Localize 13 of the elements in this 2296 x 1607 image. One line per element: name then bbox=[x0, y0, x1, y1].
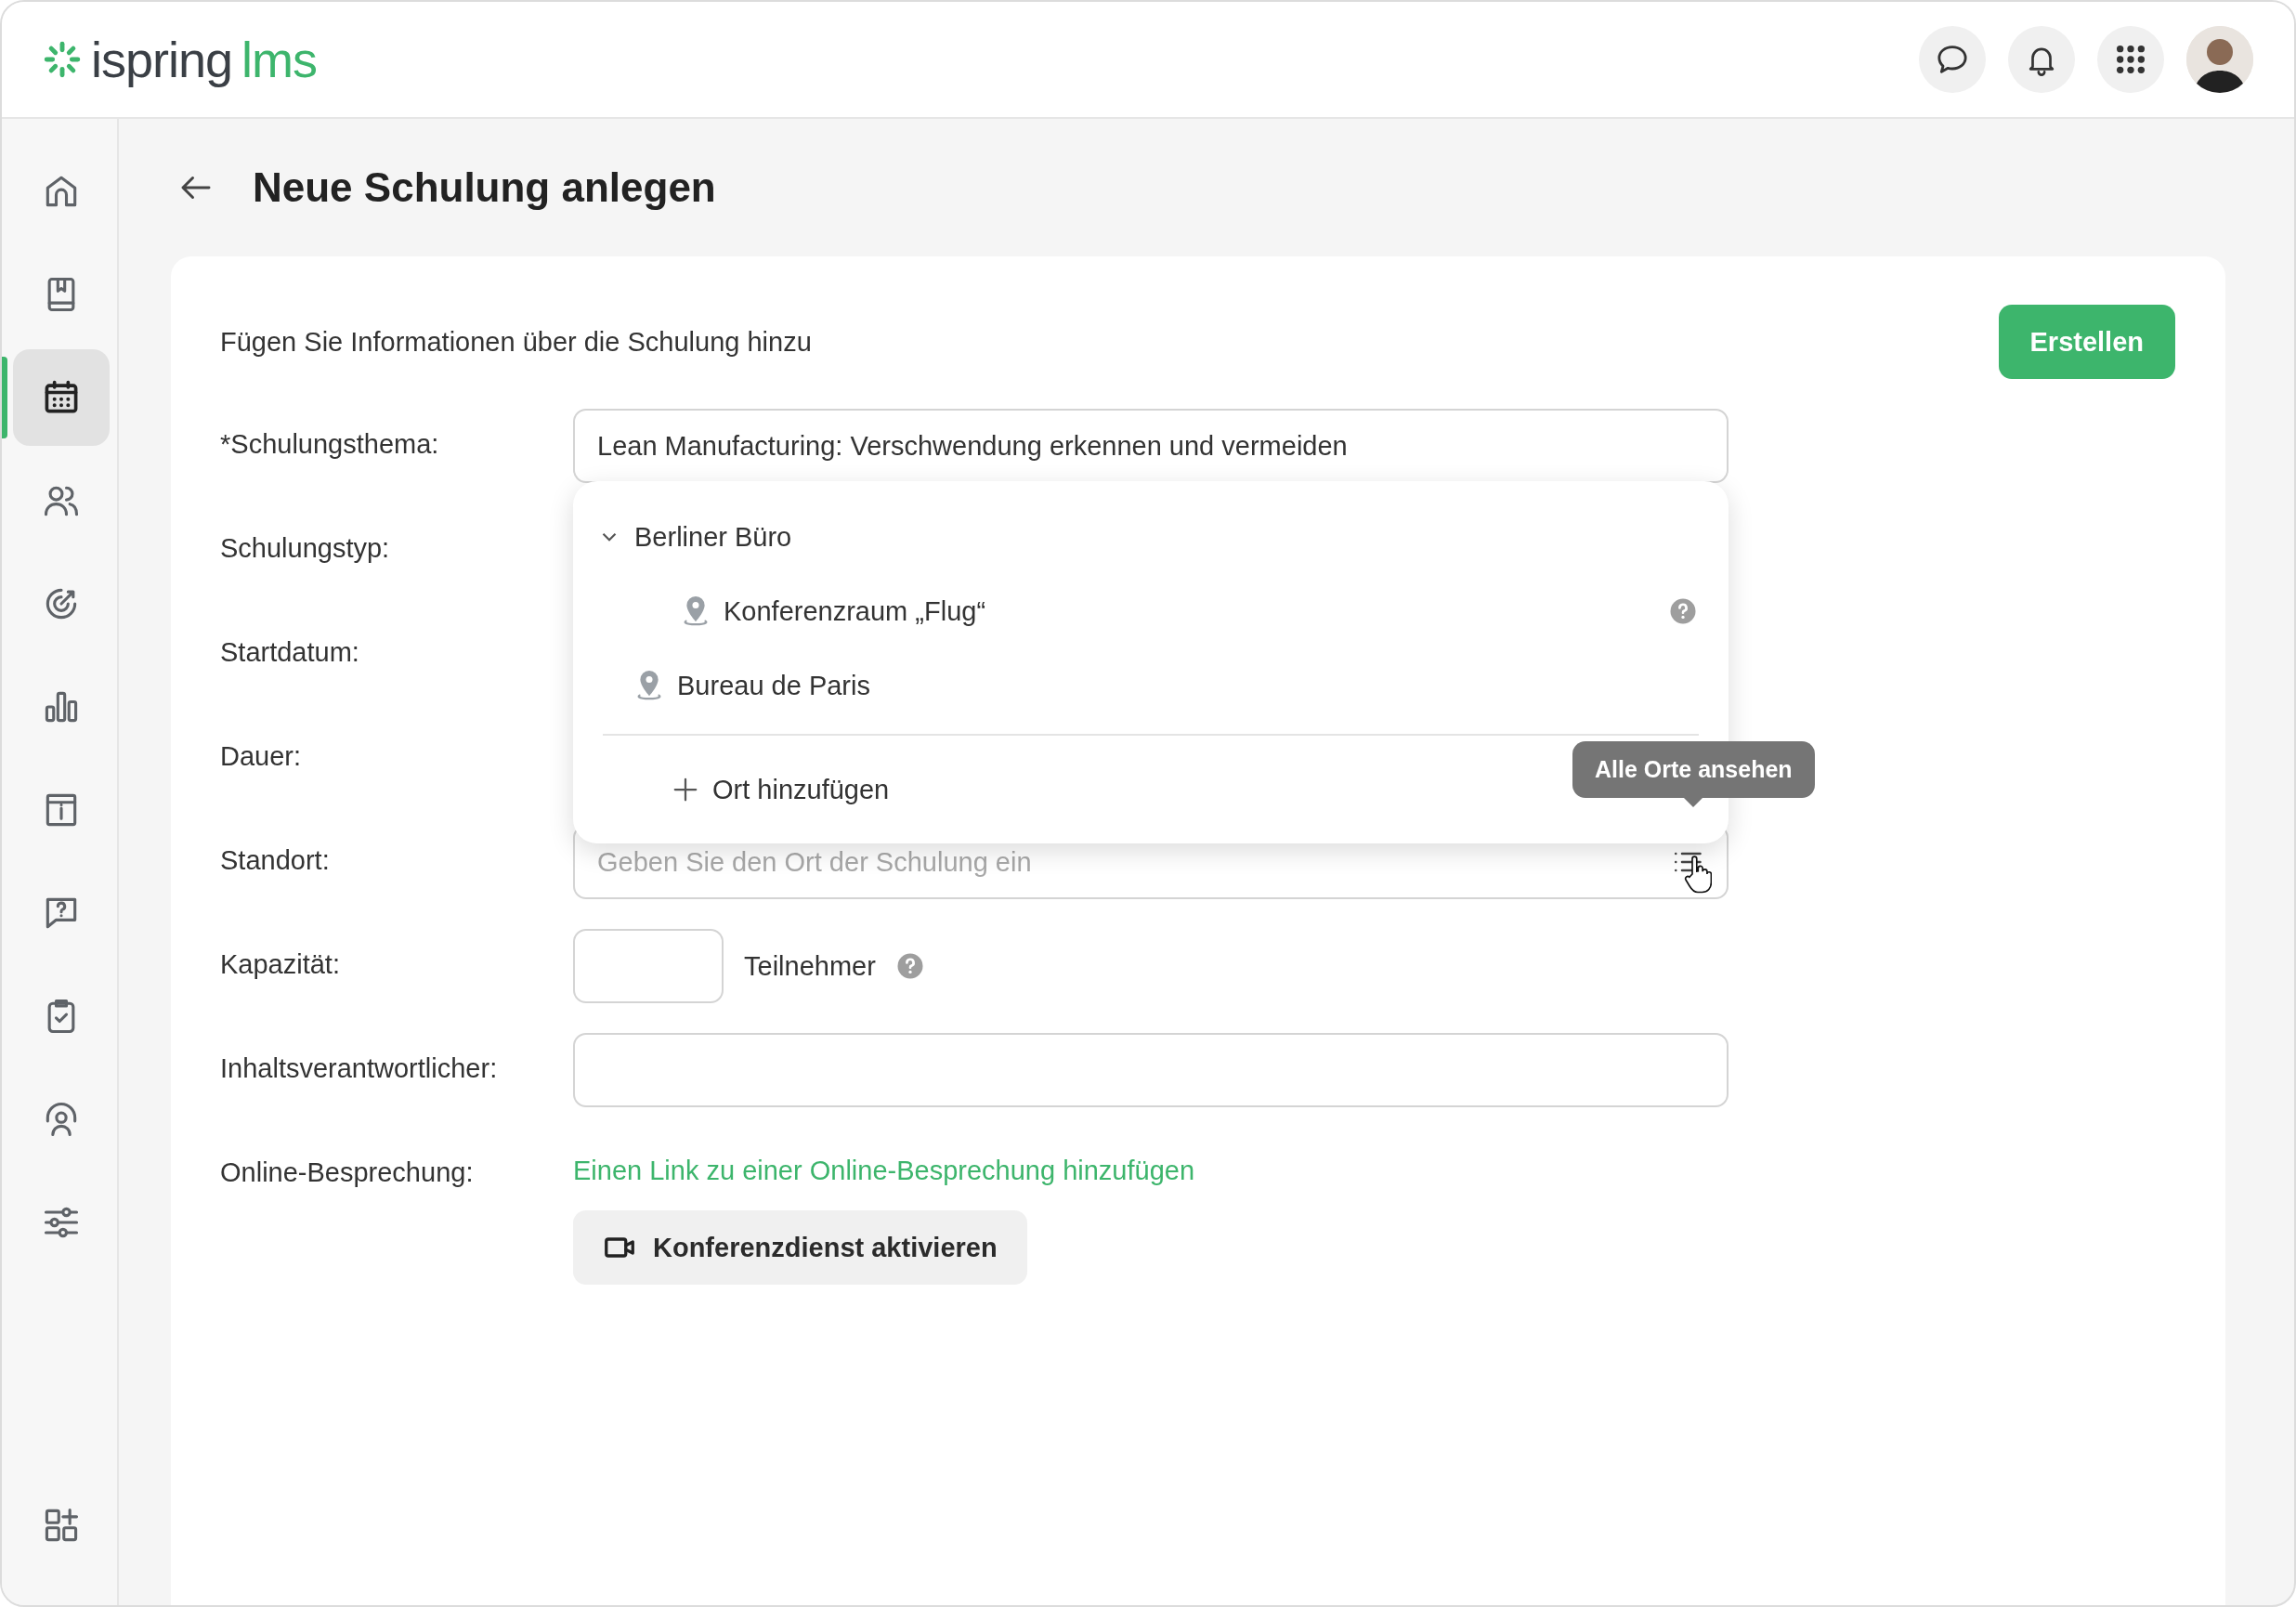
page-title: Neue Schulung anlegen bbox=[253, 164, 716, 211]
intro-text: Fügen Sie Informationen über die Schulung hinzu bbox=[220, 326, 812, 358]
field-label: Schulungstyp: bbox=[220, 532, 391, 565]
unit-label: Teilnehmer bbox=[744, 950, 876, 982]
field-label: Kapazität: bbox=[220, 948, 341, 981]
field-label: *Schulungsthema: bbox=[220, 428, 440, 461]
tooltip: Alle Orte ansehen bbox=[1572, 741, 1815, 798]
field-label: Startdatum: bbox=[220, 636, 360, 669]
logo-text: ispring lms bbox=[91, 31, 318, 88]
field-label: Inhaltsverantwortlicher: bbox=[220, 1052, 499, 1085]
field-label: Standort: bbox=[220, 844, 331, 877]
field-label: Dauer: bbox=[220, 740, 303, 773]
field-label: Online-Besprechung: bbox=[220, 1156, 475, 1189]
